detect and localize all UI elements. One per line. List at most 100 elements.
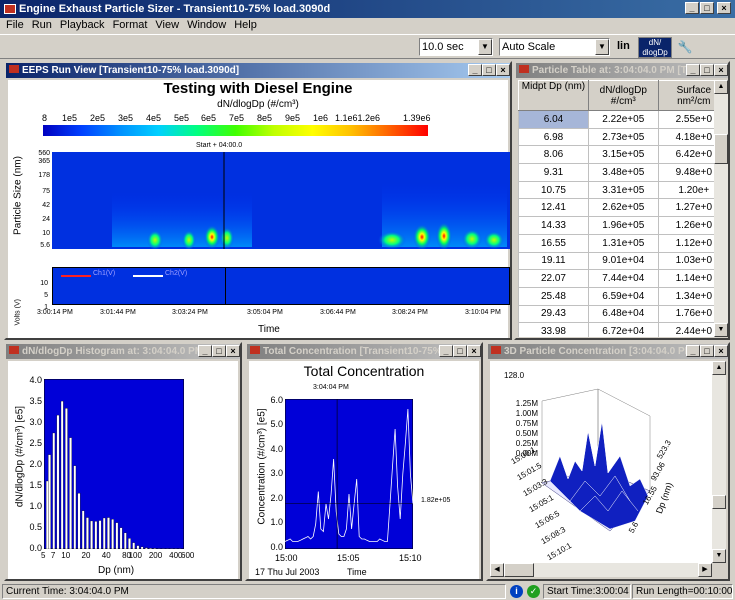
menu-view[interactable]: View <box>151 17 183 33</box>
total-concentration-maximize-button[interactable]: □ <box>453 345 467 357</box>
table-row[interactable]: 22.07 7.44e+04 1.14e+0 <box>518 269 714 288</box>
table-cell[interactable]: 1.96e+05 <box>587 216 659 235</box>
total-concentration-minimize-button[interactable]: _ <box>439 345 453 357</box>
particle-3d-window[interactable]: 3D Particle Concentration [3:04:04.0 PM]… <box>486 342 730 581</box>
table-cell[interactable]: 6.72e+04 <box>587 322 659 337</box>
minimize-button[interactable]: _ <box>685 2 699 14</box>
close-button[interactable]: × <box>717 2 731 14</box>
histogram-minimize-button[interactable]: _ <box>198 345 212 357</box>
voltage-plot[interactable]: Ch1(V) Ch2(V) <box>52 267 510 305</box>
run-view-maximize-button[interactable]: □ <box>482 64 496 76</box>
table-cell[interactable]: 1.03e+0 <box>657 251 714 271</box>
header-surface[interactable]: Surface nm²/cm <box>657 80 714 111</box>
table-cell[interactable]: 6.48e+04 <box>587 304 659 324</box>
table-vertical-scrollbar[interactable]: ▲ ▼ <box>714 80 728 337</box>
wrench-icon[interactable]: 🔧 <box>675 38 695 56</box>
table-row[interactable]: 6.04 2.22e+05 2.55e+0 <box>518 110 714 129</box>
chevron-down-icon[interactable]: ▼ <box>595 39 609 55</box>
table-cell[interactable]: 1.12e+0 <box>657 233 714 253</box>
histogram-window[interactable]: dN/dlogDp Histogram at: 3:04:04.0 PM [..… <box>4 342 242 581</box>
contour-plot[interactable] <box>52 152 510 249</box>
table-cell[interactable]: 1.76e+0 <box>657 304 714 324</box>
table-cell[interactable]: 33.98 <box>518 322 589 337</box>
table-cell[interactable]: 6.04 <box>518 110 589 129</box>
run-view-title-bar[interactable]: EEPS Run View [Transient10-75% load.3090… <box>6 63 510 78</box>
table-row[interactable]: 16.55 1.31e+05 1.12e+0 <box>518 233 714 253</box>
run-view-minimize-button[interactable]: _ <box>468 64 482 76</box>
particle-table-close-button[interactable]: × <box>714 64 728 76</box>
table-row[interactable]: 9.31 3.48e+05 9.48e+0 <box>518 163 714 182</box>
chevron-down-icon[interactable]: ▼ <box>478 39 492 55</box>
run-view-window[interactable]: EEPS Run View [Transient10-75% load.3090… <box>4 61 512 340</box>
table-cell[interactable]: 3.48e+05 <box>587 163 659 182</box>
table-cell[interactable]: 2.44e+0 <box>657 322 714 337</box>
table-cell[interactable]: 25.48 <box>518 286 589 306</box>
particle-3d-close-button[interactable]: × <box>714 345 728 357</box>
particle-3d-vertical-scrollbar[interactable]: ▲ ▼ <box>712 361 726 563</box>
table-cell[interactable]: 9.31 <box>518 163 589 182</box>
particle-3d-surface[interactable] <box>490 361 712 563</box>
table-row[interactable]: 10.75 3.31e+05 1.20e+ <box>518 180 714 200</box>
histogram-maximize-button[interactable]: □ <box>212 345 226 357</box>
table-cell[interactable]: 6.42e+0 <box>657 145 714 165</box>
scroll-right-icon[interactable]: ▶ <box>698 563 712 577</box>
total-concentration-close-button[interactable]: × <box>467 345 481 357</box>
menu-playback[interactable]: Playback <box>56 17 109 33</box>
table-cell[interactable]: 6.59e+04 <box>587 286 659 306</box>
particle-table-window[interactable]: Particle Table at: 3:04:04.0 PM [Tra... … <box>514 61 730 340</box>
table-cell[interactable]: 16.55 <box>518 233 589 253</box>
header-dndlogdp[interactable]: dN/dlogDp #/cm³ <box>587 80 659 111</box>
scroll-left-icon[interactable]: ◀ <box>490 563 504 577</box>
dn-dlogdp-button[interactable]: dN/dlogDp <box>638 37 672 58</box>
menu-format[interactable]: Format <box>109 17 152 33</box>
particle-table-maximize-button[interactable]: □ <box>700 64 714 76</box>
scale-select[interactable]: Auto Scale ▼ <box>499 38 610 56</box>
table-cell[interactable]: 9.01e+04 <box>587 251 659 271</box>
table-row[interactable]: 14.33 1.96e+05 1.26e+0 <box>518 216 714 235</box>
table-cell[interactable]: 19.11 <box>518 251 589 271</box>
header-midpt[interactable]: Midpt Dp (nm) <box>518 80 589 111</box>
table-row[interactable]: 6.98 2.73e+05 4.18e+0 <box>518 127 714 147</box>
menu-help[interactable]: Help <box>230 17 261 33</box>
table-cell[interactable]: 1.27e+0 <box>657 198 714 218</box>
table-cell[interactable]: 1.14e+0 <box>657 269 714 288</box>
table-cell[interactable]: 2.73e+05 <box>587 127 659 147</box>
histogram-plot[interactable] <box>44 379 184 549</box>
run-view-close-button[interactable]: × <box>496 64 510 76</box>
table-cell[interactable]: 10.75 <box>518 180 589 200</box>
scroll-thumb[interactable] <box>712 495 726 509</box>
table-row[interactable]: 19.11 9.01e+04 1.03e+0 <box>518 251 714 271</box>
particle-3d-horizontal-scrollbar[interactable]: ◀ ▶ <box>490 563 712 577</box>
table-cell[interactable]: 2.62e+05 <box>587 198 659 218</box>
linear-scale-button[interactable]: lin <box>617 40 630 52</box>
table-cell[interactable]: 1.34e+0 <box>657 286 714 306</box>
scroll-up-icon[interactable]: ▲ <box>712 361 726 375</box>
table-row[interactable]: 8.06 3.15e+05 6.42e+0 <box>518 145 714 165</box>
table-cell[interactable]: 1.26e+0 <box>657 216 714 235</box>
table-cell[interactable]: 8.06 <box>518 145 589 165</box>
table-cell[interactable]: 2.22e+05 <box>587 110 659 129</box>
table-cell[interactable]: 14.33 <box>518 216 589 235</box>
table-cell[interactable]: 29.43 <box>518 304 589 324</box>
table-cell[interactable]: 9.48e+0 <box>657 163 714 182</box>
table-row[interactable]: 12.41 2.62e+05 1.27e+0 <box>518 198 714 218</box>
table-cell[interactable]: 1.31e+05 <box>587 233 659 253</box>
table-cell[interactable]: 7.44e+04 <box>587 269 659 288</box>
table-cell[interactable]: 3.31e+05 <box>587 180 659 200</box>
particle-table-minimize-button[interactable]: _ <box>686 64 700 76</box>
menu-run[interactable]: Run <box>28 17 56 33</box>
menu-window[interactable]: Window <box>183 17 230 33</box>
table-cell[interactable]: 1.20e+ <box>657 180 714 200</box>
table-cell[interactable]: 4.18e+0 <box>657 127 714 147</box>
table-row[interactable]: 25.48 6.59e+04 1.34e+0 <box>518 286 714 306</box>
menu-file[interactable]: File <box>2 17 28 33</box>
table-cell[interactable]: 6.98 <box>518 127 589 147</box>
scroll-down-icon[interactable]: ▼ <box>712 549 726 563</box>
time-interval-select[interactable]: 10.0 sec ▼ <box>419 38 493 56</box>
table-cell[interactable]: 3.15e+05 <box>587 145 659 165</box>
particle-3d-maximize-button[interactable]: □ <box>700 345 714 357</box>
scroll-up-icon[interactable]: ▲ <box>714 80 728 94</box>
table-cell[interactable]: 12.41 <box>518 198 589 218</box>
scroll-thumb[interactable] <box>714 134 728 164</box>
scroll-down-icon[interactable]: ▼ <box>714 323 728 337</box>
